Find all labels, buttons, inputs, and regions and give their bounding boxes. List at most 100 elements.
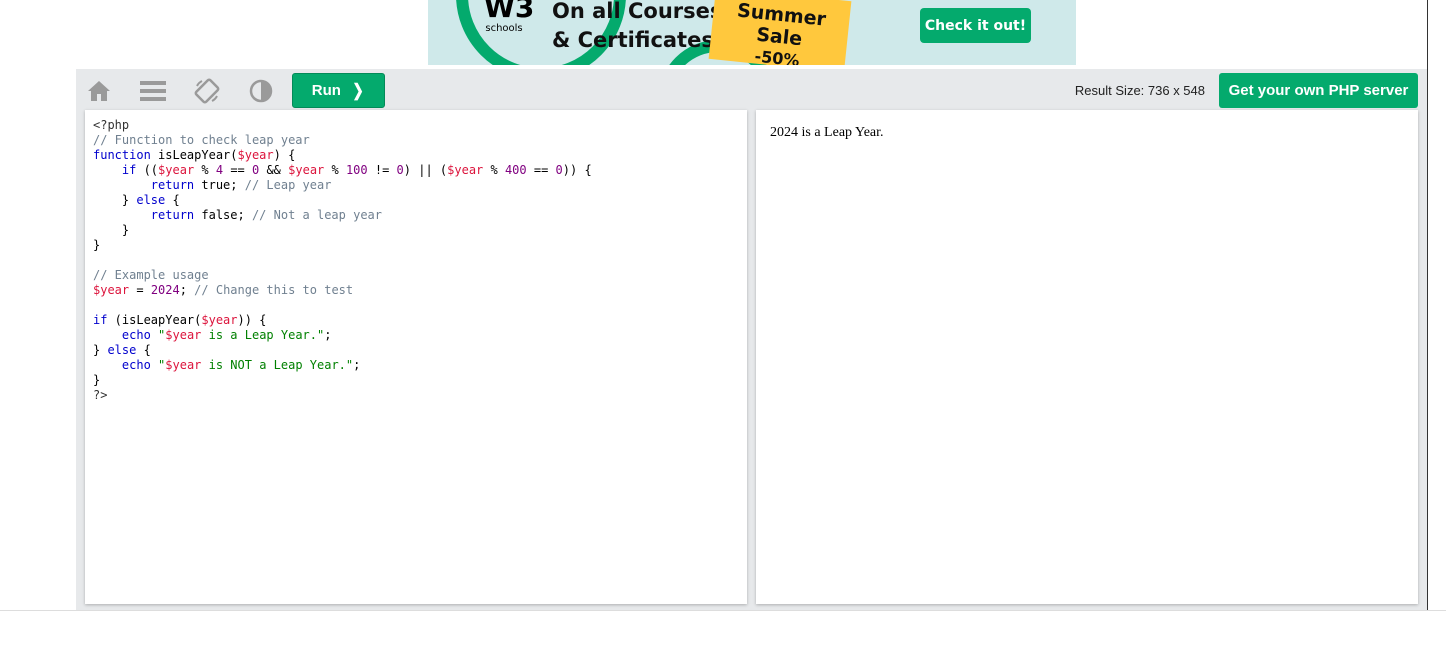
code-token: 0 [396,163,404,177]
code-token: echo [121,358,151,372]
contrast-icon[interactable] [244,74,278,108]
code-token: )) { [237,313,267,327]
menu-icon[interactable] [136,74,170,108]
code-token: // Function to check leap year [93,133,310,147]
code-token: // Leap year [244,178,332,192]
toolbar: Run ❯ Result Size: 736 x 548 Get your ow… [76,69,1427,110]
code-token: $year [201,313,238,327]
code-line: function isLeapYear($year) { [93,148,592,163]
code-token: } [93,343,108,357]
code-token: 2024 [150,283,180,297]
code-token: ?> [93,388,108,402]
result-output: 2024 is a Leap Year. [770,125,884,140]
tryit-frame: Run ❯ Result Size: 736 x 548 Get your ow… [76,69,1427,610]
code-line: // Example usage [93,268,592,283]
code-token: 0 [555,163,563,177]
code-token: && [259,163,289,177]
code-token: else [107,343,137,357]
code-line: } else { [93,343,592,358]
code-line: } [93,238,592,253]
code-line: } [93,223,592,238]
code-token: != [367,163,397,177]
code-line: echo "$year is a Leap Year."; [93,328,592,343]
code-line: } [93,373,592,388]
code-token: == [223,163,252,177]
code-line: } else { [93,193,592,208]
code-token: (( [136,163,159,177]
home-icon[interactable] [82,74,116,108]
result-size-label: Result Size: 736 x 548 [1074,83,1205,98]
code-token: ; [324,328,332,342]
code-token: $year [237,148,274,162]
code-token: isLeapYear( [150,148,238,162]
code-token: ; [179,283,195,297]
code-token: $year [165,358,202,372]
code-line: if (($year % 4 == 0 && $year % 100 != 0)… [93,163,592,178]
code-token: // Not a leap year [251,208,382,222]
code-token: } [93,238,101,252]
code-token: } [93,193,137,207]
code-token: % [324,163,346,177]
code-token: else [136,193,166,207]
code-content[interactable]: <?php// Function to check leap year funct… [93,118,592,403]
w3schools-logo: W3 schools [484,0,535,34]
code-token: return [150,208,195,222]
result-pane: 2024 is a Leap Year. [756,110,1418,604]
logo-mark: W3 [484,0,535,24]
code-token: (isLeapYear( [107,313,202,327]
code-token: if [93,313,108,327]
code-token: { [136,343,151,357]
rotate-icon[interactable] [190,74,224,108]
ad-headline-line-1: On all Courses [552,0,723,23]
code-token: function [93,148,151,162]
get-php-server-button[interactable]: Get your own PHP server [1219,73,1418,108]
code-line: ?> [93,388,592,403]
code-token: 400 [504,163,527,177]
code-token: $year [158,163,195,177]
code-token: $year [447,163,484,177]
code-token: } [93,373,101,387]
code-token: )) { [562,163,592,177]
code-token: % [483,163,505,177]
sale-sticker: Summer Sale -50% [708,0,852,65]
code-token: } [93,223,130,237]
code-token: is a Leap Year." [201,328,325,342]
code-token: echo [121,328,151,342]
ad-banner[interactable]: W3 schools On all Courses & Certificates… [428,0,1076,65]
ad-headline: On all Courses & Certificates [552,0,722,55]
code-token: true; [194,178,245,192]
code-line: // Function to check leap year [93,133,592,148]
run-button[interactable]: Run ❯ [292,73,385,108]
code-token: // Example usage [93,268,209,282]
page-bottom-rule [0,610,1446,611]
code-token: $year [93,283,130,297]
run-label: Run [311,82,341,99]
code-line: <?php [93,118,592,133]
code-editor[interactable]: <?php// Function to check leap year funct… [85,110,747,604]
code-token: % [194,163,216,177]
code-token: 100 [345,163,368,177]
code-line: if (isLeapYear($year)) { [93,313,592,328]
code-token: ) { [273,148,296,162]
code-token: 4 [215,163,224,177]
page-edge-rule [1427,0,1428,610]
code-token: // Change this to test [194,283,354,297]
check-it-out-button[interactable]: Check it out! [920,8,1031,43]
code-token: return [150,178,195,192]
code-token: { [165,193,180,207]
code-token: if [121,163,137,177]
code-token: false; [194,208,252,222]
code-line: $year = 2024; // Change this to test [93,283,592,298]
chevron-right-icon: ❯ [352,80,364,100]
code-token: ) || ( [403,163,448,177]
code-token: ; [353,358,361,372]
code-token: <?php [93,118,130,132]
code-line: return true; // Leap year [93,178,592,193]
